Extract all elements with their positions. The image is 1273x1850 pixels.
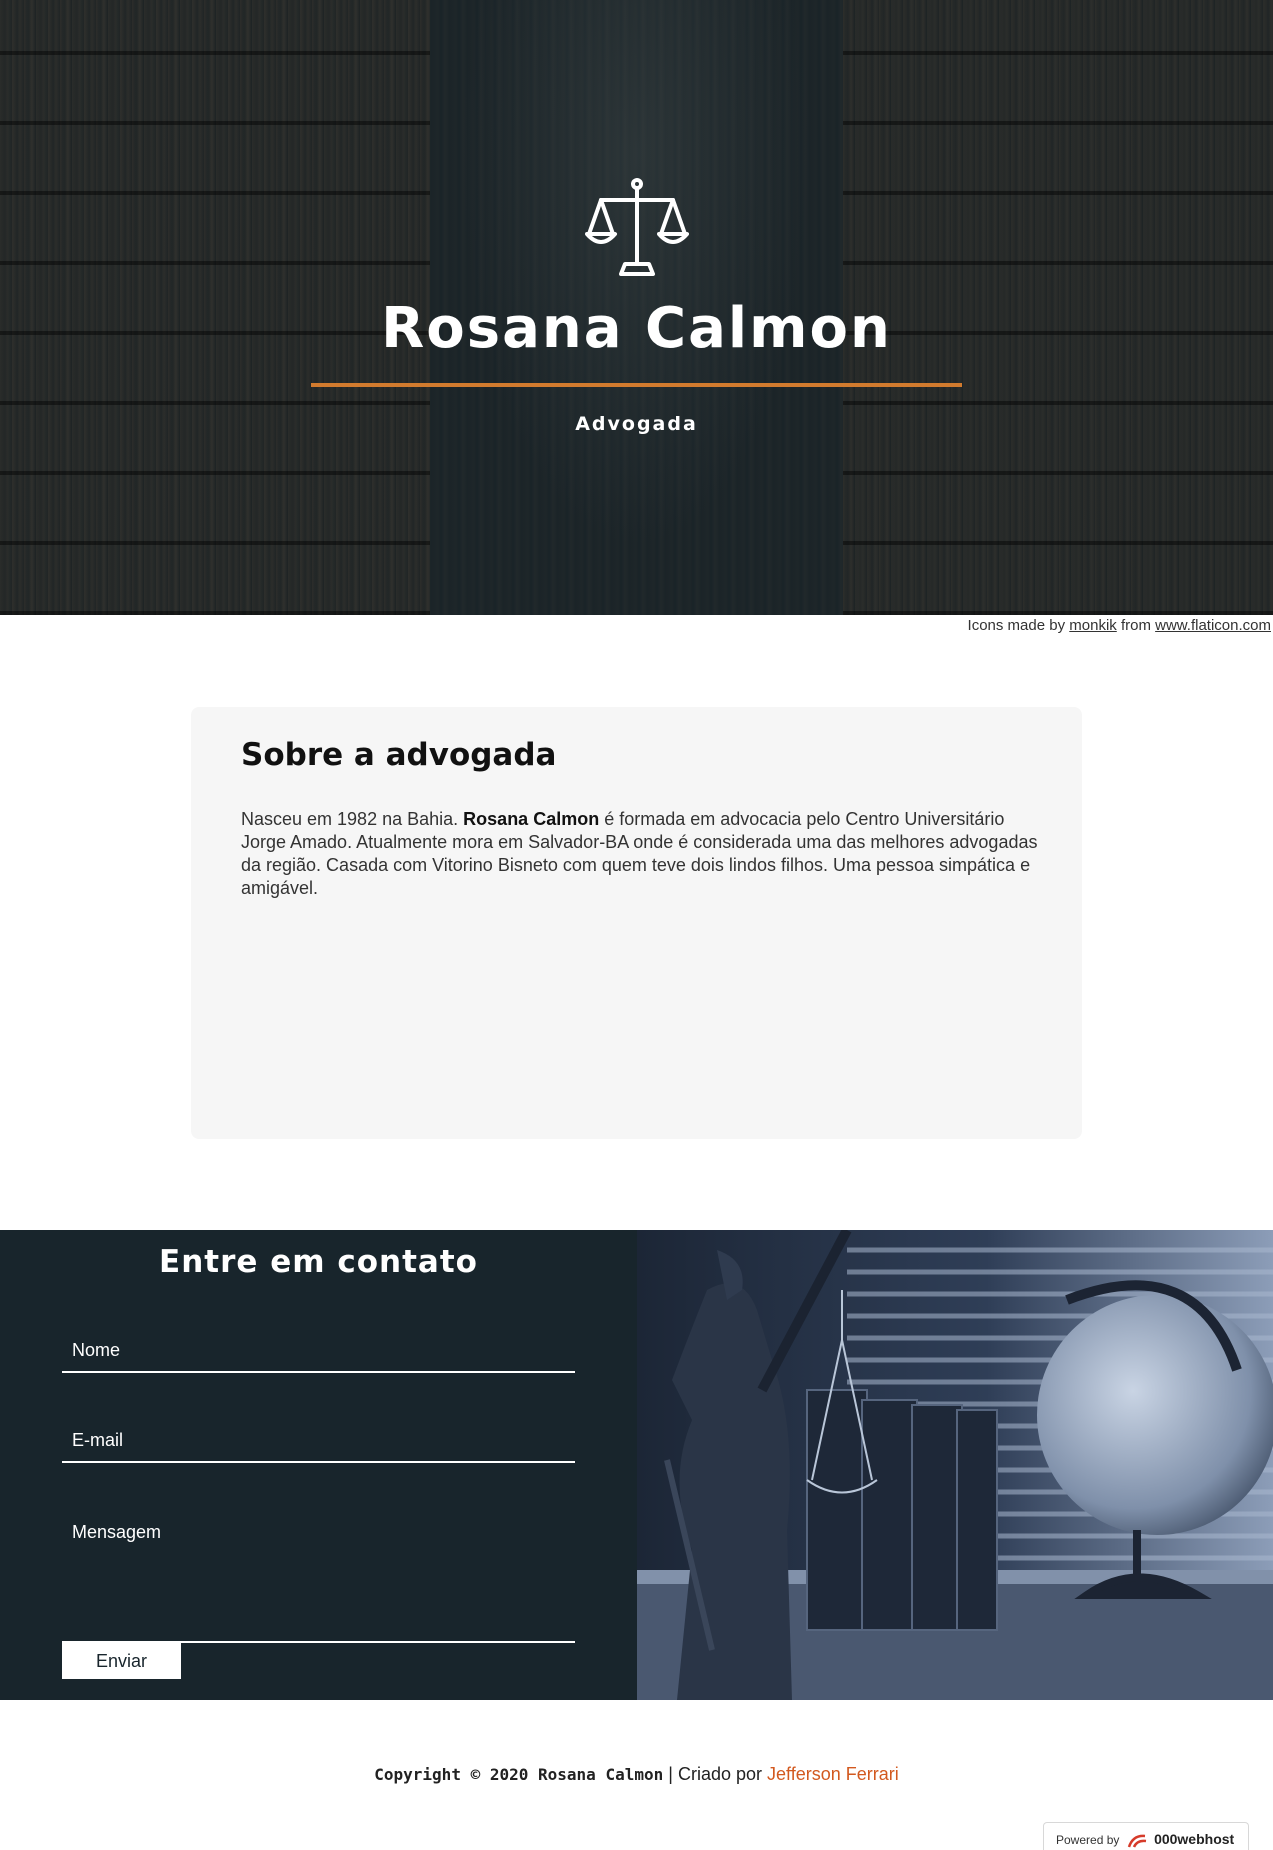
message-placeholder: Mensagem (72, 1522, 162, 1542)
credit-middle: from (1120, 617, 1151, 634)
icon-credit: Icons made by monkik from www.flaticon.c… (968, 617, 1271, 634)
footer-created-by: Criado por (677, 1764, 762, 1784)
message-field[interactable]: Mensagem (62, 1512, 575, 1643)
email-field[interactable]: E-mail (62, 1422, 575, 1463)
scales-of-justice-icon (585, 178, 689, 276)
about-card: Sobre a advogada Nasceu em 1982 na Bahia… (191, 707, 1082, 1139)
credit-site-link[interactable]: www.flaticon.com (1155, 617, 1271, 634)
footer-separator: | (668, 1764, 673, 1784)
hero-banner: Rosana Calmon Advogada (0, 0, 1273, 615)
hero-divider (311, 383, 962, 387)
about-text: Nasceu em 1982 na Bahia. Rosana Calmon é… (241, 808, 1041, 900)
email-placeholder: E-mail (72, 1430, 124, 1450)
about-text-1: Nasceu em 1982 na Bahia. (241, 809, 459, 829)
send-button[interactable]: Enviar (62, 1643, 181, 1679)
name-field[interactable]: Nome (62, 1332, 575, 1373)
webhost-logo-icon (1127, 1834, 1146, 1848)
lady-justice-image (637, 1230, 1273, 1700)
contact-section: Entre em contato Nome E-mail Mensagem En… (0, 1230, 637, 1700)
footer-copyright: Copyright © 2020 Rosana Calmon (374, 1765, 664, 1784)
about-title: Sobre a advogada (241, 737, 557, 773)
powered-by-badge[interactable]: Powered by 000webhost (1043, 1822, 1249, 1850)
name-placeholder: Nome (72, 1340, 121, 1360)
contact-title: Entre em contato (159, 1244, 478, 1280)
footer: Copyright © 2020 Rosana Calmon | Criado … (0, 1764, 1273, 1785)
hero-subtitle: Advogada (575, 413, 698, 435)
credit-author-link[interactable]: monkik (1069, 617, 1117, 634)
credit-prefix: Icons made by (967, 617, 1066, 634)
powered-brand: 000webhost (1154, 1831, 1235, 1847)
lady-justice-photo (637, 1230, 1273, 1700)
powered-label: Powered by (1056, 1833, 1120, 1847)
hero-title: Rosana Calmon (381, 296, 892, 361)
footer-author-link[interactable]: Jefferson Ferrari (767, 1764, 899, 1784)
about-name-bold: Rosana Calmon (463, 809, 600, 829)
